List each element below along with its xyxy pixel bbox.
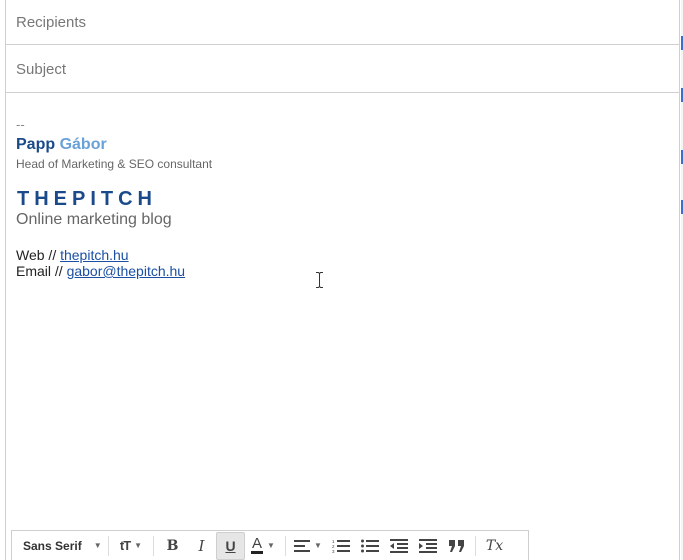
text-color-button[interactable]: A ▼: [245, 532, 281, 560]
text-color-icon: A: [251, 535, 264, 554]
signature-first-name: Papp: [16, 136, 56, 153]
signature-role: Head of Marketing & SEO consultant: [16, 157, 213, 171]
align-left-icon: [294, 539, 311, 552]
compose-window: Recipients Subject -- Papp Gábor Head of…: [5, 0, 680, 560]
indent-more-button[interactable]: [413, 532, 442, 560]
italic-button[interactable]: I: [187, 532, 216, 560]
toolbar-divider: [285, 535, 286, 556]
bulleted-list-button[interactable]: [355, 532, 384, 560]
chevron-down-icon: ▼: [314, 541, 322, 550]
text-cursor-icon: [316, 272, 323, 288]
italic-icon: I: [198, 536, 205, 555]
toolbar-divider: [475, 535, 476, 556]
formatting-toolbar: Sans Serif ▼ tT ▼ B I U A ▼ ▼ 1 2 3 Tx: [11, 530, 529, 560]
font-size-icon: tT: [119, 538, 131, 553]
subject-placeholder: Subject: [16, 60, 67, 78]
bulleted-list-icon: [360, 539, 379, 552]
remove-formatting-icon: Tx: [485, 537, 504, 554]
email-link[interactable]: gabor@thepitch.hu: [67, 263, 186, 279]
quote-button[interactable]: [442, 532, 471, 560]
font-family-dropdown[interactable]: Sans Serif ▼: [16, 532, 104, 560]
email-label: Email //: [16, 263, 67, 279]
bold-button[interactable]: B: [158, 532, 187, 560]
signature-last-name: Gábor: [59, 136, 107, 153]
indent-less-button[interactable]: [384, 532, 413, 560]
numbered-list-icon: 1 2 3: [332, 539, 350, 553]
web-label: Web //: [16, 247, 61, 263]
recipients-field[interactable]: Recipients: [6, 0, 680, 45]
font-family-value: Sans Serif: [23, 538, 82, 553]
underline-button[interactable]: U: [216, 531, 245, 560]
recipients-placeholder: Recipients: [16, 13, 87, 31]
signature-web: Web // thepitch.hu: [16, 247, 666, 263]
toolbar-divider: [108, 535, 109, 556]
message-body[interactable]: -- Papp Gábor Head of Marketing & SEO co…: [16, 117, 666, 280]
signature-separator: --: [16, 117, 25, 132]
signature-tagline: Online marketing blog: [16, 211, 172, 228]
signature-email: Email // gabor@thepitch.hu: [16, 263, 666, 279]
web-link[interactable]: thepitch.hu: [60, 247, 129, 263]
remove-formatting-button[interactable]: Tx: [480, 532, 509, 560]
signature-name: Papp Gábor: [16, 135, 666, 155]
underline-icon: U: [225, 537, 236, 554]
toolbar-divider: [153, 535, 154, 556]
quote-icon: [448, 539, 464, 552]
signature-logo: THEPITCH: [17, 188, 157, 210]
chevron-down-icon: ▼: [93, 541, 102, 550]
chevron-down-icon: ▼: [267, 541, 275, 550]
chevron-down-icon: ▼: [134, 541, 143, 550]
align-button[interactable]: ▼: [290, 532, 326, 560]
indent-more-icon: [418, 538, 437, 553]
indent-less-icon: [389, 538, 408, 553]
font-size-button[interactable]: tT ▼: [113, 532, 149, 560]
numbered-list-button[interactable]: 1 2 3: [326, 532, 355, 560]
svg-text:3: 3: [332, 549, 335, 553]
subject-field[interactable]: Subject: [6, 46, 680, 93]
bold-icon: B: [166, 537, 179, 554]
